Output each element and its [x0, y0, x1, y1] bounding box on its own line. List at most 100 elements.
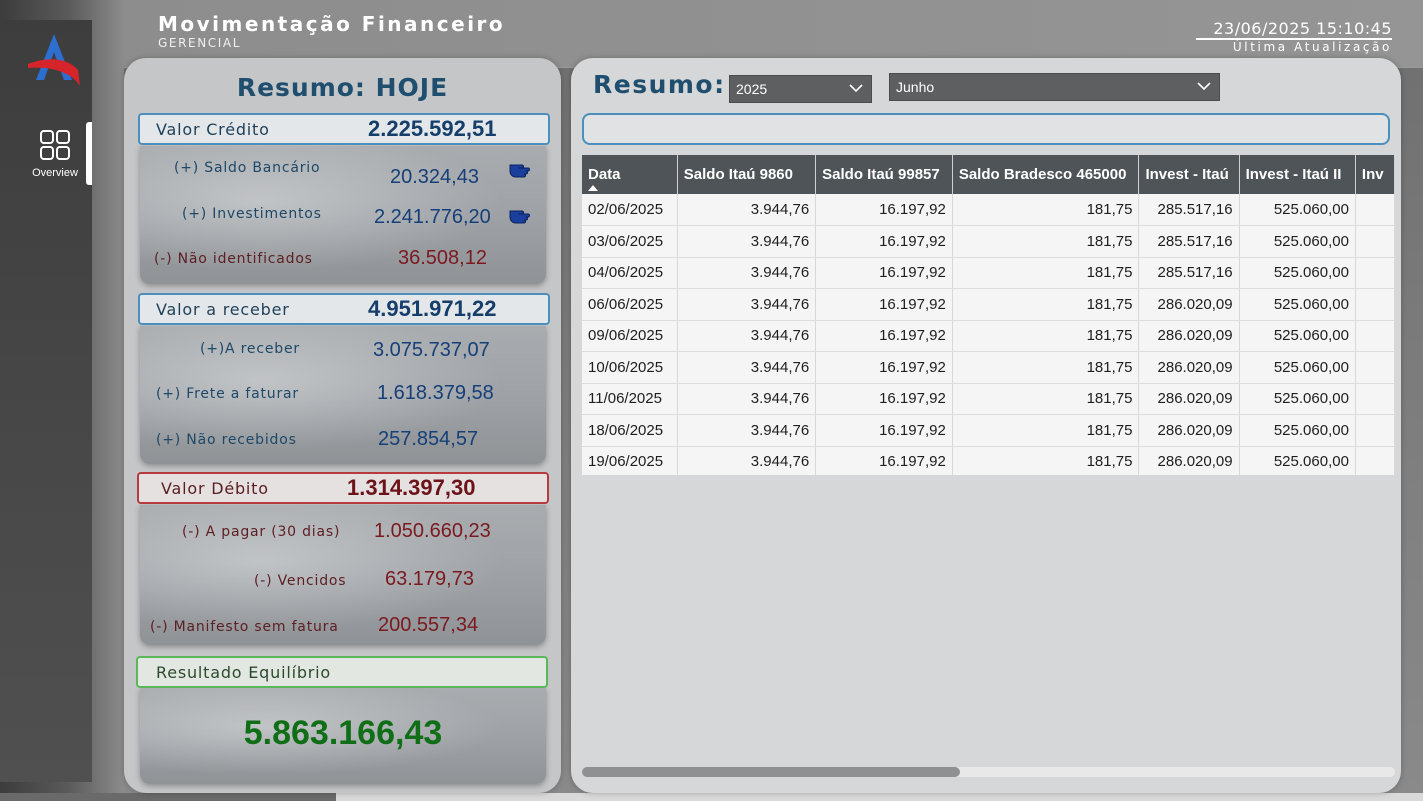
- result-label: Resultado Equilíbrio: [156, 662, 331, 682]
- year-select-value: 2025: [736, 81, 768, 97]
- table-cell-value: 286.020,09: [1138, 351, 1240, 384]
- debit-label: Valor Débito: [161, 478, 269, 498]
- table-cell-value: [1355, 194, 1395, 226]
- column-header-label: Invest - Itaú II: [1245, 166, 1342, 183]
- table-cell-value: [1355, 383, 1395, 415]
- table-cell-date: 02/06/2025: [582, 194, 678, 226]
- chevron-down-icon: [1197, 82, 1211, 91]
- table-cell-value: 16.197,92: [815, 414, 953, 447]
- table-cell-value: 16.197,92: [815, 351, 953, 384]
- column-header-label: Inv: [1361, 166, 1384, 183]
- credit-card-header: Valor Crédito 2.225.592,51: [138, 113, 550, 145]
- table-cell-value: 286.020,09: [1138, 383, 1240, 415]
- table-row[interactable]: 19/06/2025 3.944,76 16.197,92 181,75 286.020…: [582, 446, 1395, 475]
- debit-row-label: (-) Manifesto sem fatura: [150, 619, 339, 635]
- table-row[interactable]: 10/06/2025 3.944,76 16.197,92 181,75 286.020…: [582, 351, 1395, 384]
- table-cell-value: 16.197,92: [815, 288, 953, 321]
- summary-today-title: Resumo: HOJE: [236, 73, 449, 102]
- debit-row-label: (-) Vencidos: [254, 573, 347, 589]
- nav-item-label: Overview: [32, 167, 78, 179]
- receivable-label: Valor a receber: [156, 299, 290, 319]
- table-cell-value: 181,75: [952, 225, 1140, 258]
- table-cell-value: 3.944,76: [677, 383, 817, 415]
- column-header-date[interactable]: Data: [582, 155, 678, 194]
- table-cell-value: 525.060,00: [1239, 257, 1356, 289]
- table-cell-value: 286.020,09: [1138, 446, 1240, 475]
- table-row[interactable]: 03/06/2025 3.944,76 16.197,92 181,75 285.517…: [582, 225, 1395, 258]
- column-header-label: Saldo Itaú 99857: [822, 166, 940, 183]
- table-cell-value: 3.944,76: [677, 351, 817, 384]
- credit-row-label: (-) Não identificados: [154, 251, 313, 267]
- credit-row-label: (+) Saldo Bancário: [174, 160, 321, 176]
- table-row[interactable]: 11/06/2025 3.944,76 16.197,92 181,75 286.020…: [582, 383, 1395, 415]
- table-cell-value: 16.197,92: [815, 194, 953, 226]
- table-cell-date: 19/06/2025: [582, 446, 678, 475]
- receivable-value: 4.951.971,22: [368, 296, 497, 321]
- drillthrough-hand-icon[interactable]: [508, 159, 536, 181]
- table-cell-value: 3.944,76: [677, 320, 817, 352]
- table-cell-value: 286.020,09: [1138, 414, 1240, 447]
- receivable-row-label: (+)A receber: [200, 341, 300, 357]
- debit-row-value: 200.557,34: [378, 614, 479, 636]
- table-cell-date: 10/06/2025: [582, 351, 678, 384]
- column-header-itau-99857[interactable]: Saldo Itaú 99857: [815, 155, 953, 194]
- month-select[interactable]: Junho: [889, 73, 1220, 101]
- debit-row-label: (-) A pagar (30 dias): [182, 524, 341, 540]
- table-cell-value: [1355, 288, 1395, 321]
- column-header-bradesco-465000[interactable]: Saldo Bradesco 465000: [952, 155, 1140, 194]
- page-title: Movimentação Financeiro: [158, 12, 506, 36]
- table-cell-value: 181,75: [952, 320, 1140, 352]
- table-cell-value: 181,75: [952, 414, 1140, 447]
- table-cell-value: 525.060,00: [1239, 351, 1356, 384]
- drillthrough-hand-icon[interactable]: [508, 205, 536, 227]
- column-header-label: Data: [588, 166, 621, 183]
- credit-row-value: 2.241.776,20: [374, 206, 491, 228]
- table-cell-date: 04/06/2025: [582, 257, 678, 289]
- table-cell-value: 525.060,00: [1239, 383, 1356, 415]
- credit-label: Valor Crédito: [156, 119, 270, 139]
- horizontal-scrollbar-thumb[interactable]: [582, 767, 960, 777]
- table-cell-date: 09/06/2025: [582, 320, 678, 352]
- table-cell-value: 181,75: [952, 446, 1140, 475]
- table-cell-value: 285.517,16: [1138, 257, 1240, 289]
- column-header-invest-itau[interactable]: Invest - Itaú: [1138, 155, 1240, 194]
- table-cell-date: 18/06/2025: [582, 414, 678, 447]
- credit-value: 2.225.592,51: [368, 116, 497, 141]
- table-cell-value: 525.060,00: [1239, 414, 1356, 447]
- chevron-down-icon: [849, 84, 863, 93]
- receivable-row-label: (+) Não recebidos: [156, 432, 297, 448]
- table-cell-value: 181,75: [952, 194, 1140, 226]
- table-cell-value: [1355, 446, 1395, 475]
- table-row[interactable]: 06/06/2025 3.944,76 16.197,92 181,75 286.020…: [582, 288, 1395, 321]
- result-card-header: Resultado Equilíbrio: [136, 656, 548, 688]
- last-update-label: Última Atualização: [1232, 40, 1392, 54]
- month-select-value: Junho: [896, 79, 935, 95]
- sort-ascending-icon: [588, 185, 598, 191]
- column-header-invest-itau-ii[interactable]: Invest - Itaú II: [1239, 155, 1356, 194]
- table-cell-value: 16.197,92: [815, 446, 953, 475]
- table-cell-value: [1355, 257, 1395, 289]
- table-row[interactable]: 09/06/2025 3.944,76 16.197,92 181,75 286.020…: [582, 320, 1395, 352]
- receivable-row-value: 3.075.737,07: [373, 339, 490, 361]
- nav-item-overview[interactable]: Overview: [18, 122, 92, 186]
- table-cell-value: 181,75: [952, 288, 1140, 321]
- column-header-itau-9860[interactable]: Saldo Itaú 9860: [677, 155, 817, 194]
- result-value: 5.863.166,43: [243, 714, 443, 752]
- table-cell-value: 285.517,16: [1138, 194, 1240, 226]
- background-bottom-light: [336, 793, 1423, 801]
- column-header-label: Invest - Itaú: [1145, 166, 1229, 183]
- table-cell-value: 525.060,00: [1239, 194, 1356, 226]
- year-select[interactable]: 2025: [729, 75, 872, 103]
- table-row[interactable]: 02/06/2025 3.944,76 16.197,92 181,75 285.517…: [582, 194, 1395, 226]
- table-cell-value: 181,75: [952, 383, 1140, 415]
- table-cell-value: 181,75: [952, 351, 1140, 384]
- table-cell-value: 16.197,92: [815, 257, 953, 289]
- table-row[interactable]: 04/06/2025 3.944,76 16.197,92 181,75 285.517…: [582, 257, 1395, 289]
- table-cell-value: 3.944,76: [677, 446, 817, 475]
- table-cell-value: 525.060,00: [1239, 225, 1356, 258]
- column-header-invest-truncated[interactable]: Inv: [1355, 155, 1395, 194]
- table-cell-value: 3.944,76: [677, 194, 817, 226]
- filter-bar[interactable]: [582, 113, 1390, 145]
- table-row[interactable]: 18/06/2025 3.944,76 16.197,92 181,75 286.020…: [582, 414, 1395, 447]
- credit-row-value: 20.324,43: [390, 166, 479, 188]
